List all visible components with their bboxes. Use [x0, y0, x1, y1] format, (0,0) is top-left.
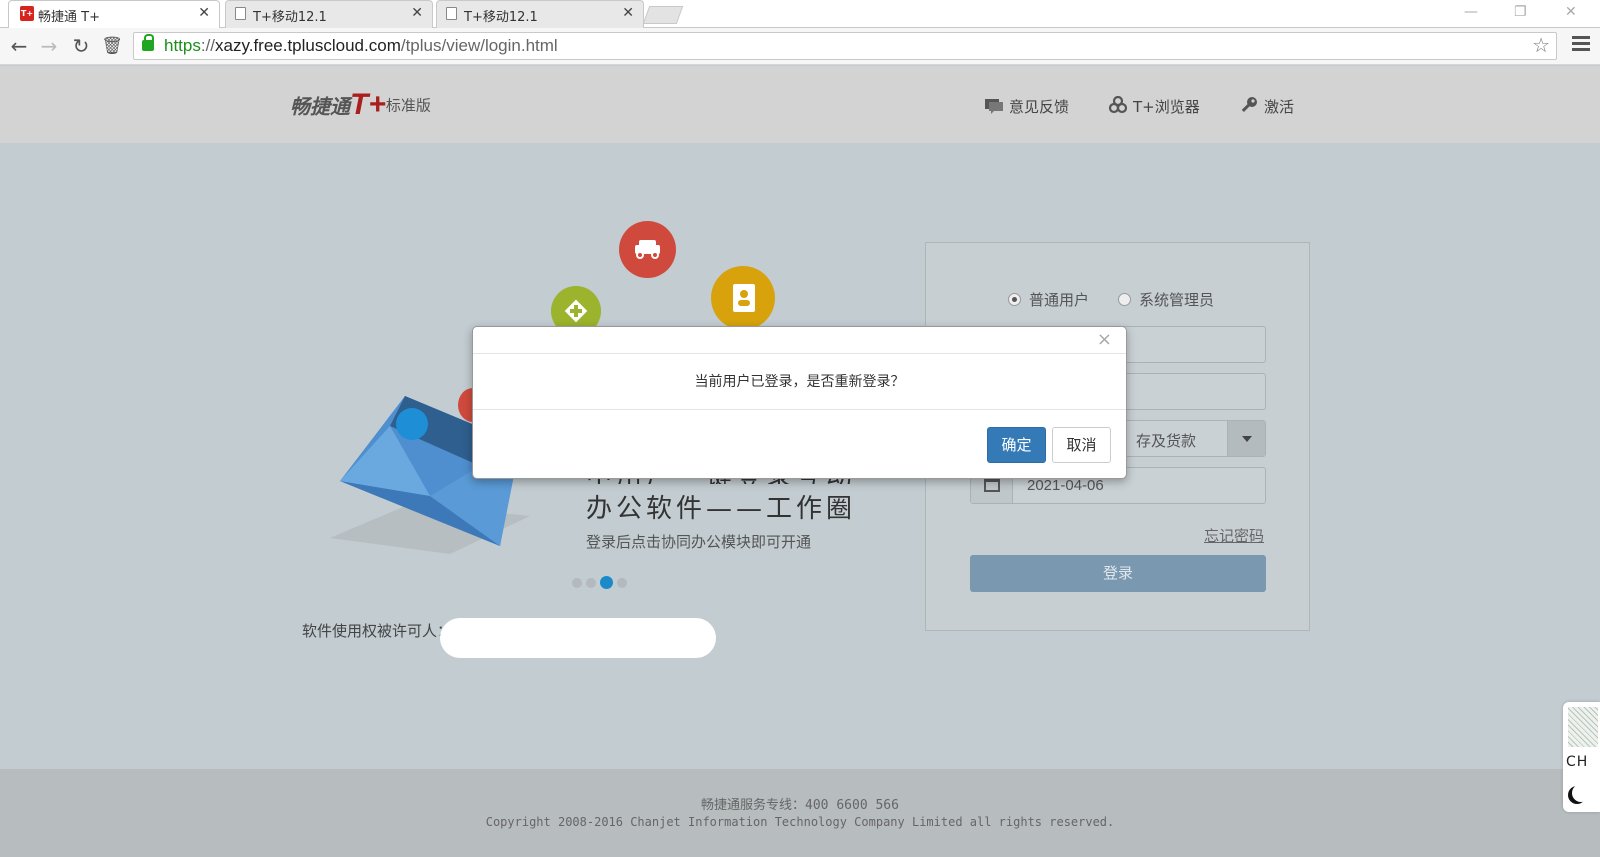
cancel-button[interactable]: 取消: [1052, 427, 1111, 463]
relogin-dialog: × 当前用户已登录，是否重新登录？ 确定 取消: [472, 326, 1127, 479]
confirm-button[interactable]: 确定: [987, 427, 1046, 463]
dialog-message: 当前用户已登录，是否重新登录？: [473, 354, 1126, 410]
dialog-header: ×: [473, 327, 1126, 354]
close-icon[interactable]: ×: [1097, 329, 1112, 350]
modal-overlay: × 当前用户已登录，是否重新登录？ 确定 取消: [0, 0, 1600, 857]
